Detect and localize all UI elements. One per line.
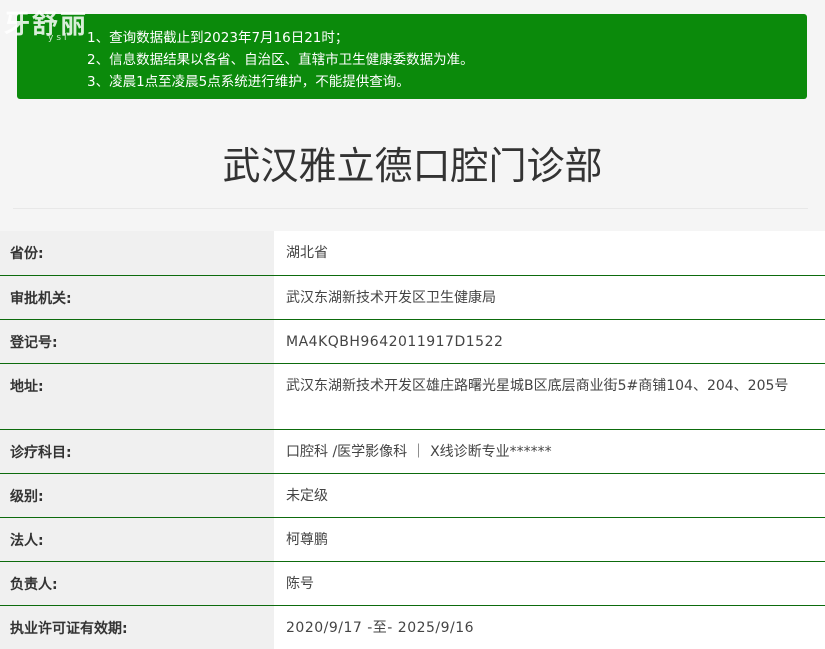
- table-row: 省份: 湖北省: [0, 231, 825, 276]
- table-row: 法人: 柯尊鹏: [0, 517, 825, 562]
- row-value: 柯尊鹏: [274, 517, 825, 562]
- row-value: 2020/9/17 -至- 2025/9/16: [274, 605, 825, 649]
- row-label: 负责人:: [0, 561, 274, 606]
- title-divider: [13, 208, 808, 209]
- row-label: 审批机关:: [0, 275, 274, 320]
- row-value: 湖北省: [274, 231, 825, 276]
- table-row: 地址: 武汉东湖新技术开发区雄庄路曙光星城B区底层商业街5#商铺104、204、…: [0, 363, 825, 430]
- row-label: 诊疗科目:: [0, 429, 274, 474]
- row-value: 陈号: [274, 561, 825, 606]
- row-value: 未定级: [274, 473, 825, 518]
- table-row: 执业许可证有效期: 2020/9/17 -至- 2025/9/16: [0, 605, 825, 649]
- row-label: 省份:: [0, 231, 274, 276]
- row-label: 执业许可证有效期:: [0, 605, 274, 649]
- row-value: MA4KQBH9642011917D1522: [274, 319, 825, 364]
- notice-line: 1、查询数据截止到2023年7月16日21时；: [87, 30, 349, 46]
- table-row: 负责人: 陈号: [0, 561, 825, 606]
- table-row: 级别: 未定级: [0, 473, 825, 518]
- table-row: 诊疗科目: 口腔科 /医学影像科 ｜ X线诊断专业******: [0, 429, 825, 474]
- notice-line: 3、凌晨1点至凌晨5点系统进行维护，不能提供查询。: [87, 74, 410, 90]
- row-label: 法人:: [0, 517, 274, 562]
- row-label: 登记号:: [0, 319, 274, 364]
- page-title: 武汉雅立德口腔门诊部: [222, 144, 603, 188]
- clinic-info-table: 省份: 湖北省 审批机关: 武汉东湖新技术开发区卫生健康局 登记号: MA4KQ…: [0, 231, 825, 649]
- table-row: 审批机关: 武汉东湖新技术开发区卫生健康局: [0, 275, 825, 320]
- table-row: 登记号: MA4KQBH9642011917D1522: [0, 319, 825, 364]
- row-value: 武汉东湖新技术开发区卫生健康局: [274, 275, 825, 320]
- row-value: 武汉东湖新技术开发区雄庄路曙光星城B区底层商业街5#商铺104、204、205号: [274, 363, 825, 430]
- row-value: 口腔科 /医学影像科 ｜ X线诊断专业******: [274, 429, 825, 474]
- notice-line: 2、信息数据结果以各省、自治区、直辖市卫生健康委数据为准。: [87, 52, 474, 68]
- notice-banner: 1、查询数据截止到2023年7月16日21时； 2、信息数据结果以各省、自治区、…: [17, 14, 807, 99]
- row-label: 级别:: [0, 473, 274, 518]
- row-label: 地址:: [0, 363, 274, 430]
